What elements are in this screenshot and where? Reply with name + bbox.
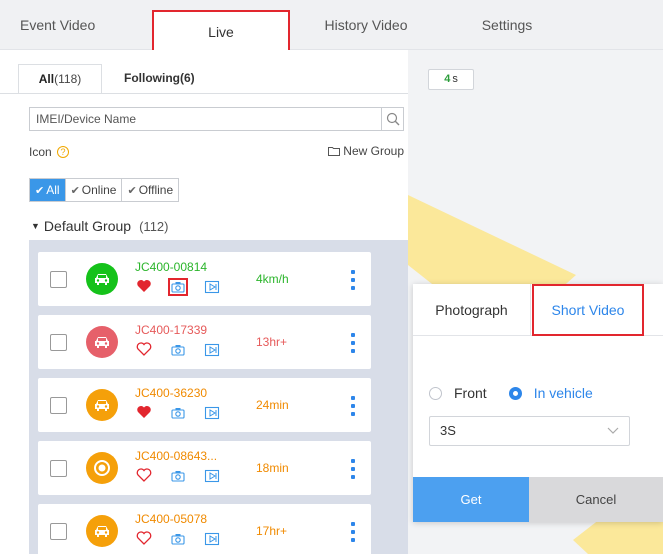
device-list: JC400-00814 4km/h JC400-17339 13hr+ JC400-36… bbox=[29, 240, 409, 554]
tab-following[interactable]: Following(6) bbox=[114, 64, 214, 94]
icon-label: Icon bbox=[29, 145, 52, 159]
device-name[interactable]: JC400-17339 bbox=[135, 323, 207, 337]
device-status: 17hr+ bbox=[256, 524, 288, 538]
capture-tabs: Photograph Short Video bbox=[413, 284, 663, 336]
favorite-heart-icon[interactable] bbox=[136, 278, 152, 294]
radio-front[interactable] bbox=[429, 386, 442, 400]
chevron-down-icon bbox=[607, 427, 619, 434]
video-icon[interactable] bbox=[204, 531, 220, 547]
check-icon: ✔ bbox=[35, 185, 45, 197]
device-row[interactable]: JC400-00814 4km/h bbox=[38, 252, 371, 306]
favorite-heart-icon[interactable] bbox=[136, 467, 152, 483]
car-icon bbox=[86, 326, 118, 358]
tab-history-video[interactable]: History Video bbox=[306, 12, 426, 40]
favorite-heart-icon[interactable] bbox=[136, 404, 152, 420]
help-icon[interactable]: ? bbox=[57, 146, 70, 158]
folder-icon bbox=[328, 147, 341, 156]
radio-front-label[interactable]: Front bbox=[454, 385, 487, 401]
group-name: Default Group bbox=[43, 218, 132, 234]
refresh-timer: 4s bbox=[428, 69, 474, 90]
device-row[interactable]: JC400-05078 17hr+ bbox=[38, 504, 371, 554]
camera-icon[interactable] bbox=[168, 530, 188, 548]
video-icon[interactable] bbox=[204, 342, 220, 358]
search-button[interactable] bbox=[381, 108, 403, 130]
tab-live[interactable]: Live bbox=[152, 10, 290, 52]
device-row[interactable]: JC400-17339 13hr+ bbox=[38, 315, 371, 369]
filter-all[interactable]: ✔ All bbox=[30, 179, 66, 201]
tab-photograph[interactable]: Photograph bbox=[413, 284, 531, 336]
more-options-icon[interactable] bbox=[350, 396, 356, 416]
search-icon bbox=[386, 112, 399, 126]
tab-all-devices[interactable]: All(118) bbox=[18, 64, 102, 94]
more-options-icon[interactable] bbox=[350, 522, 356, 542]
device-panel: All(118) Following(6) Icon ? New Group ✔… bbox=[0, 50, 409, 554]
filter-offline[interactable]: ✔ Offline bbox=[122, 179, 178, 201]
car-icon bbox=[86, 263, 118, 295]
duration-value: 3S bbox=[440, 423, 456, 438]
tab-all-count: (118) bbox=[54, 72, 82, 86]
new-group-button[interactable]: New Group bbox=[328, 144, 404, 158]
more-options-icon[interactable] bbox=[350, 333, 356, 353]
duration-select[interactable]: 3S bbox=[429, 416, 630, 446]
tab-short-video[interactable]: Short Video bbox=[532, 284, 644, 336]
device-status: 4km/h bbox=[256, 272, 289, 286]
car-icon bbox=[86, 389, 118, 421]
filter-offline-label: Offline bbox=[138, 183, 174, 197]
device-row[interactable]: JC400-36230 24min bbox=[38, 378, 371, 432]
caret-down-icon: ▼ bbox=[31, 221, 40, 231]
device-name[interactable]: JC400-05078 bbox=[135, 512, 207, 526]
device-checkbox[interactable] bbox=[50, 523, 67, 540]
tab-all-label: All bbox=[38, 72, 55, 86]
search-input[interactable] bbox=[30, 108, 378, 130]
more-options-icon[interactable] bbox=[350, 270, 356, 290]
subtab-divider bbox=[0, 93, 408, 94]
device-status: 18min bbox=[256, 461, 289, 475]
device-name[interactable]: JC400-36230 bbox=[135, 386, 207, 400]
cancel-button[interactable]: Cancel bbox=[529, 477, 663, 522]
group-header[interactable]: ▼ Default Group (112) bbox=[31, 218, 168, 234]
device-checkbox[interactable] bbox=[50, 397, 67, 414]
filter-all-label: All bbox=[46, 183, 60, 197]
radio-in-vehicle-label[interactable]: In vehicle bbox=[534, 385, 593, 401]
device-name[interactable]: JC400-08643... bbox=[135, 449, 217, 463]
tab-event-video[interactable]: Event Video bbox=[20, 12, 130, 40]
target-icon bbox=[86, 452, 118, 484]
timer-unit: s bbox=[452, 73, 458, 85]
device-search bbox=[29, 107, 404, 131]
device-status: 13hr+ bbox=[256, 335, 288, 349]
status-filter: ✔ All ✔ Online ✔ Offline bbox=[29, 178, 180, 202]
device-name[interactable]: JC400-00814 bbox=[135, 260, 207, 274]
car-icon bbox=[86, 515, 118, 547]
camera-icon[interactable] bbox=[168, 341, 188, 359]
video-icon[interactable] bbox=[204, 468, 220, 484]
camera-icon[interactable] bbox=[168, 404, 188, 422]
capture-popup: Photograph Short Video Front In vehicle … bbox=[413, 284, 663, 522]
device-status: 24min bbox=[256, 398, 289, 412]
group-count: (112) bbox=[139, 219, 169, 234]
device-checkbox[interactable] bbox=[50, 334, 67, 351]
video-icon[interactable] bbox=[204, 279, 220, 295]
filter-online-label: Online bbox=[81, 183, 117, 197]
tab-settings[interactable]: Settings bbox=[462, 12, 552, 40]
filter-online[interactable]: ✔ Online bbox=[66, 179, 123, 201]
get-button[interactable]: Get bbox=[413, 477, 529, 522]
check-icon: ✔ bbox=[70, 185, 80, 197]
check-icon: ✔ bbox=[127, 185, 137, 197]
more-options-icon[interactable] bbox=[350, 459, 356, 479]
favorite-heart-icon[interactable] bbox=[136, 530, 152, 546]
icon-legend: Icon ? bbox=[29, 145, 70, 159]
device-checkbox[interactable] bbox=[50, 271, 67, 288]
timer-value: 4 bbox=[444, 73, 451, 85]
favorite-heart-icon[interactable] bbox=[136, 341, 152, 357]
radio-in-vehicle[interactable] bbox=[508, 386, 522, 400]
video-icon[interactable] bbox=[204, 405, 220, 421]
top-nav: Event Video Live History Video Settings bbox=[0, 0, 663, 52]
camera-icon[interactable] bbox=[168, 278, 188, 296]
camera-selector: Front In vehicle bbox=[429, 385, 593, 401]
new-group-label: New Group bbox=[343, 144, 404, 158]
camera-icon[interactable] bbox=[168, 467, 188, 485]
device-checkbox[interactable] bbox=[50, 460, 67, 477]
device-row[interactable]: JC400-08643... 18min bbox=[38, 441, 371, 495]
